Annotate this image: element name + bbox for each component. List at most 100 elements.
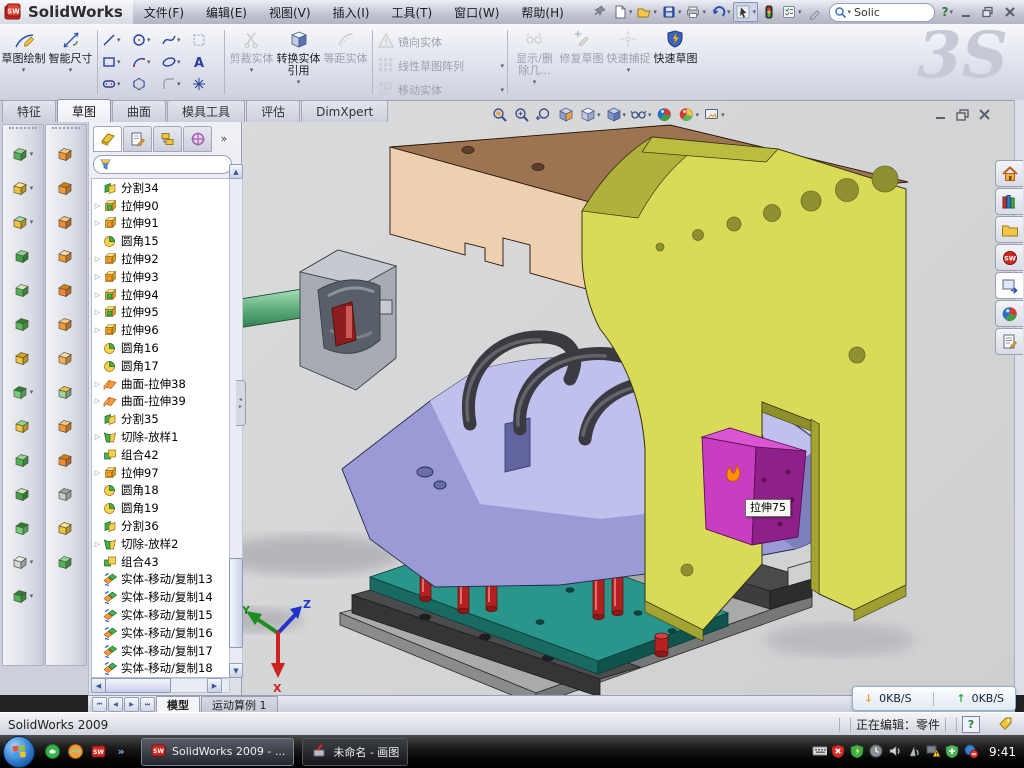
- rebuild-icon[interactable]: [760, 3, 778, 21]
- tree-item-实体-移动/复制17[interactable]: 实体-移动/复制17: [92, 642, 229, 660]
- toolbar-button-rapid-sketch[interactable]: 快速草图: [652, 24, 699, 100]
- doc-minimize-button[interactable]: [933, 108, 949, 124]
- graphics-viewport[interactable]: Y Z X ▾▾▾▾▾ 拉伸75: [240, 100, 1015, 695]
- tree-item-圆角15[interactable]: 圆角15: [92, 232, 229, 250]
- options-icon[interactable]: ▾: [780, 3, 803, 21]
- swept-boss-tool[interactable]: ▾: [5, 205, 39, 238]
- line-tool-icon[interactable]: ▾: [101, 29, 131, 51]
- help-status-icon[interactable]: ?: [962, 716, 980, 733]
- tree-item-拉伸92[interactable]: ▷拉伸92: [92, 250, 229, 268]
- display-style-icon[interactable]: ▾: [604, 105, 628, 125]
- tray-wireless-icon[interactable]: [907, 744, 922, 759]
- tag-icon[interactable]: [998, 716, 1014, 734]
- next-tab-button[interactable]: ▶: [124, 697, 139, 712]
- tree-item-分割36[interactable]: 分割36: [92, 517, 229, 535]
- spline-tool-icon[interactable]: ▾: [161, 29, 191, 51]
- expand-arrow-icon[interactable]: ▷: [92, 540, 103, 548]
- ellipse-tool-icon[interactable]: ▾: [161, 51, 191, 73]
- parting-surface-tool[interactable]: [48, 239, 82, 272]
- tree-item-切除-放样1[interactable]: ▷切除-放样1: [92, 428, 229, 446]
- tree-item-圆角16[interactable]: 圆角16: [92, 339, 229, 357]
- tree-item-拉伸93[interactable]: ▷拉伸93: [92, 268, 229, 286]
- previous-view-icon[interactable]: [534, 105, 554, 125]
- select-icon[interactable]: ▾: [733, 2, 758, 22]
- text-tool-icon[interactable]: A: [191, 51, 221, 73]
- arc-tool-icon[interactable]: ▾: [131, 51, 161, 73]
- tree-item-拉伸91[interactable]: ▷拉伸91: [92, 215, 229, 233]
- tree-item-切除-放样2[interactable]: ▷切除-放样2: [92, 535, 229, 553]
- quick-launch-browser-sphere-icon[interactable]: [67, 743, 84, 760]
- hide-show-items-icon[interactable]: ▾: [629, 105, 653, 125]
- task-button-SolidWorks 2009 - ...[interactable]: SWSolidWorks 2009 - ...: [141, 738, 294, 766]
- menu-1[interactable]: 文件(F): [133, 1, 195, 24]
- tooling-split-tool[interactable]: [48, 375, 82, 408]
- panel-tab-configuration-manager[interactable]: [153, 126, 182, 152]
- tree-item-实体-移动/复制13[interactable]: 实体-移动/复制13: [92, 571, 229, 589]
- draft-analysis-tool[interactable]: [48, 171, 82, 204]
- edit-appearance-icon[interactable]: [655, 105, 675, 125]
- polygon-tool-icon[interactable]: [131, 73, 161, 95]
- expand-arrow-icon[interactable]: ▷: [92, 202, 103, 210]
- undercut-analysis-tool[interactable]: [48, 205, 82, 238]
- lofted-boss-tool[interactable]: [5, 239, 39, 272]
- tree-filter-input[interactable]: [93, 155, 232, 174]
- toolbar-button-sketch[interactable]: 草图绘制▾: [0, 24, 47, 100]
- tab-草图[interactable]: 草图: [57, 99, 111, 122]
- toolbar-button-quick-snaps[interactable]: 快速捕捉▾: [605, 24, 652, 100]
- tree-item-拉伸97[interactable]: ▷拉伸97: [92, 464, 229, 482]
- tree-vscroll-thumb[interactable]: [229, 558, 243, 648]
- expand-arrow-icon[interactable]: ▷: [92, 433, 103, 441]
- toolbar-button-move-entities[interactable]: 移动实体▾: [376, 79, 504, 100]
- curve-tool[interactable]: ▾: [5, 579, 39, 612]
- task-pane-tab-solidworks-resources[interactable]: [995, 160, 1023, 187]
- pin-icon[interactable]: [591, 3, 609, 21]
- toolbar-button-mirror-entities[interactable]: 镜向实体: [376, 31, 504, 52]
- menu-7[interactable]: 帮助(H): [510, 1, 574, 24]
- parting-line-tool[interactable]: [48, 137, 82, 170]
- core-tool[interactable]: [48, 409, 82, 442]
- tree-item-分割34[interactable]: 分割34: [92, 179, 229, 197]
- expand-arrow-icon[interactable]: ▷: [92, 219, 103, 227]
- new-icon[interactable]: ▾: [611, 3, 634, 21]
- slot-tool-icon[interactable]: ▾: [101, 73, 131, 95]
- view-orientation-icon[interactable]: ▾: [578, 105, 602, 125]
- quick-launch-messenger-icon[interactable]: [44, 743, 61, 760]
- menu-3[interactable]: 视图(V): [258, 1, 322, 24]
- boss-extrude-tool[interactable]: ▾: [5, 137, 39, 170]
- point-tool-icon[interactable]: [191, 73, 221, 95]
- tray-antivirus-icon[interactable]: [850, 744, 865, 759]
- ruled-surface-tool[interactable]: [48, 307, 82, 340]
- draft-tool[interactable]: [5, 443, 39, 476]
- panel-tab-feature-manager[interactable]: [93, 126, 122, 152]
- tree-item-组合42[interactable]: 组合42: [92, 446, 229, 464]
- reference-geometry-tool[interactable]: ▾: [5, 545, 39, 578]
- tree-item-实体-移动/复制15[interactable]: 实体-移动/复制15: [92, 606, 229, 624]
- planar-surface-tool[interactable]: [48, 341, 82, 374]
- doc-restore-button[interactable]: [955, 108, 971, 124]
- expand-arrow-icon[interactable]: ▷: [92, 308, 103, 316]
- sketch-fillet-tool-icon[interactable]: ▾: [161, 73, 191, 95]
- task-pane-tab-custom-properties[interactable]: [995, 328, 1023, 355]
- task-button-未命名 - 画图[interactable]: 未命名 - 画图: [302, 738, 408, 766]
- circle-tool-icon[interactable]: ▾: [131, 29, 161, 51]
- tree-item-曲面-拉伸39[interactable]: ▷曲面-拉伸39: [92, 393, 229, 411]
- toolbar-button-convert[interactable]: 转换实体引用▾: [275, 24, 322, 100]
- prev-tab-button[interactable]: ◀: [108, 697, 123, 712]
- tab-曲面[interactable]: 曲面: [112, 100, 166, 122]
- panel-tab-dimxpert-manager[interactable]: [183, 126, 212, 152]
- move-face-tool[interactable]: [48, 443, 82, 476]
- tab-DimXpert[interactable]: DimXpert: [301, 100, 388, 122]
- print-icon[interactable]: ▾: [684, 3, 707, 21]
- tree-item-实体-移动/复制14[interactable]: 实体-移动/复制14: [92, 588, 229, 606]
- extruded-cut-tool[interactable]: [5, 307, 39, 340]
- sprue-rod[interactable]: [240, 289, 307, 329]
- apply-scene-icon[interactable]: ▾: [677, 105, 701, 125]
- rib-tool[interactable]: [5, 409, 39, 442]
- delete-body-tool[interactable]: [48, 477, 82, 510]
- quick-launch-chevron-more-icon[interactable]: »: [113, 743, 130, 760]
- tree-item-圆角18[interactable]: 圆角18: [92, 482, 229, 500]
- menu-4[interactable]: 插入(I): [322, 1, 381, 24]
- tree-item-实体-移动/复制18[interactable]: 实体-移动/复制18: [92, 660, 229, 678]
- start-button[interactable]: [3, 736, 35, 768]
- tree-hscroll-thumb[interactable]: [105, 678, 171, 693]
